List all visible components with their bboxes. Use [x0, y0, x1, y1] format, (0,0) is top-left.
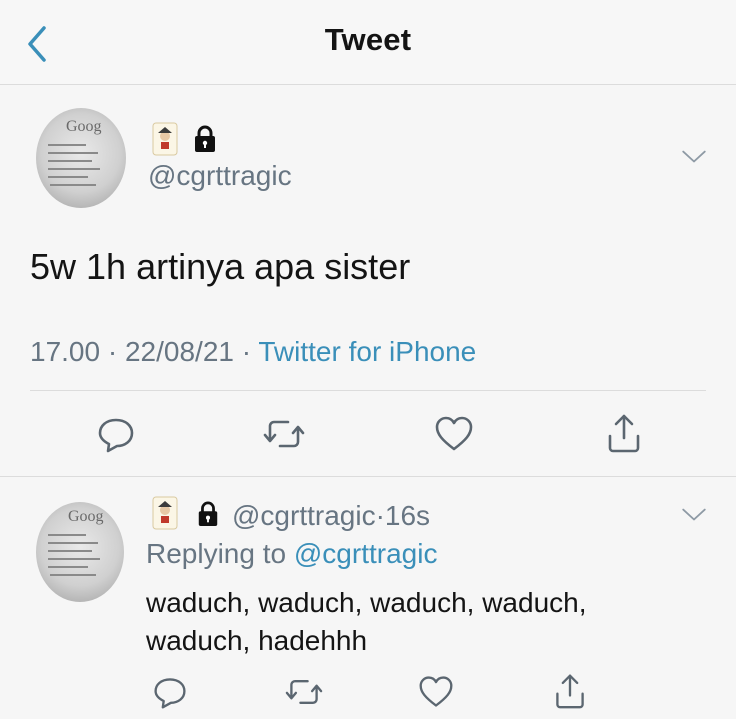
replying-to-mention[interactable]: @cgrttragic [294, 538, 438, 569]
lock-icon [195, 125, 215, 152]
reply-avatar[interactable]: Goog [36, 502, 124, 602]
reply-icon[interactable] [152, 674, 188, 710]
tweet-meta: 17.00 · 22/08/21 · Twitter for iPhone [30, 336, 476, 368]
retweet-icon[interactable] [284, 674, 324, 710]
divider [30, 390, 706, 391]
tweet-date: 22/08/21 [124, 336, 234, 367]
joker-card-emoji-icon [152, 496, 178, 530]
meta-separator: · [375, 500, 385, 531]
avatar[interactable]: Goog [36, 108, 126, 208]
heart-icon[interactable] [434, 414, 474, 454]
reply-age: 16s [384, 500, 431, 531]
lock-icon [198, 501, 218, 526]
divider [0, 476, 736, 477]
tweet-author-handle[interactable]: @cgrttragic [148, 160, 292, 192]
reply-text-line: waduch, waduch, waduch, waduch, [146, 587, 587, 618]
tweet-source-link[interactable]: Twitter for iPhone [258, 336, 476, 367]
avatar-logo-text: Goog [66, 118, 102, 135]
tweet-time: 17.00 [30, 336, 101, 367]
meta-separator: · [107, 336, 118, 367]
reply-author-handle[interactable]: @cgrttragic [232, 500, 376, 531]
chevron-down-icon[interactable] [680, 148, 708, 166]
heart-icon[interactable] [418, 674, 454, 710]
replying-prefix: Replying to [146, 538, 287, 569]
retweet-icon[interactable] [262, 414, 306, 454]
page-title: Tweet [324, 22, 412, 57]
chevron-down-icon[interactable] [680, 506, 708, 524]
replying-to-line: Replying to @cgrttragic [146, 538, 437, 570]
avatar-logo-text: Goog [68, 508, 104, 525]
joker-card-emoji-icon [152, 122, 178, 156]
reply-text-line: waduch, hadehhh [146, 625, 368, 656]
reply-icon[interactable] [96, 414, 136, 454]
navigation-bar: Tweet [0, 0, 736, 85]
reply-text: waduch, waduch, waduch, waduch, waduch, … [146, 584, 587, 660]
meta-separator: · [241, 336, 252, 367]
tweet-text: 5w 1h artinya apa sister [30, 246, 411, 287]
share-icon[interactable] [552, 672, 588, 710]
share-icon[interactable] [604, 412, 644, 454]
reply-author-line: @cgrttragic·16s [232, 500, 430, 532]
